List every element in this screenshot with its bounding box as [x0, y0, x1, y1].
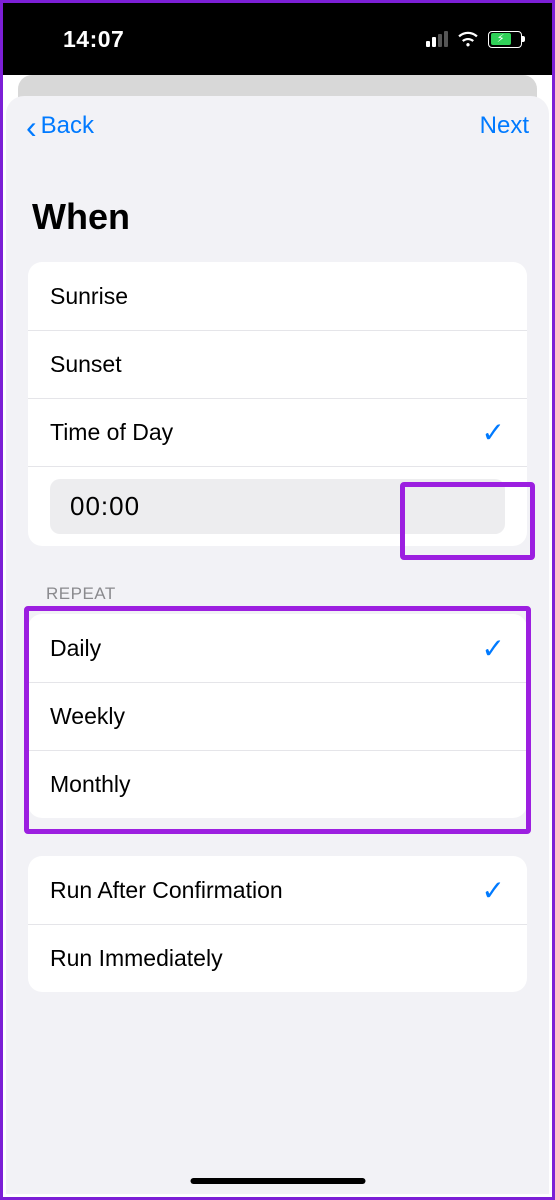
- battery-icon: ⚡︎: [488, 31, 522, 48]
- charging-bolt-icon: ⚡︎: [497, 34, 505, 45]
- run-options-group: Run After Confirmation ✓ Run Immediately: [28, 856, 527, 992]
- status-bar: 14:07 ⚡︎: [3, 3, 552, 75]
- back-label: Back: [41, 112, 94, 140]
- option-time-of-day[interactable]: Time of Day ✓: [28, 398, 527, 466]
- page-title: When: [6, 156, 549, 262]
- time-picker-row: 00:00: [28, 466, 527, 546]
- home-indicator[interactable]: [190, 1178, 365, 1184]
- option-label: Time of Day: [50, 419, 173, 446]
- option-monthly[interactable]: Monthly: [28, 750, 527, 818]
- repeat-header: Repeat: [6, 584, 549, 614]
- option-run-after-confirmation[interactable]: Run After Confirmation ✓: [28, 856, 527, 924]
- option-label: Monthly: [50, 771, 131, 798]
- back-button[interactable]: ‹ Back: [26, 108, 94, 145]
- option-label: Weekly: [50, 703, 125, 730]
- when-options-group: Sunrise Sunset Time of Day ✓ 00:00: [28, 262, 527, 546]
- next-button[interactable]: Next: [480, 112, 529, 140]
- status-icons: ⚡︎: [426, 30, 522, 48]
- option-label: Daily: [50, 635, 101, 662]
- repeat-options-group: Daily ✓ Weekly Monthly: [28, 614, 527, 818]
- wifi-icon: [456, 30, 480, 48]
- option-run-immediately[interactable]: Run Immediately: [28, 924, 527, 992]
- option-sunset[interactable]: Sunset: [28, 330, 527, 398]
- option-weekly[interactable]: Weekly: [28, 682, 527, 750]
- checkmark-icon: ✓: [482, 874, 505, 907]
- option-sunrise[interactable]: Sunrise: [28, 262, 527, 330]
- clock-time: 14:07: [33, 26, 124, 53]
- navigation-bar: ‹ Back Next: [6, 96, 549, 156]
- chevron-left-icon: ‹: [26, 109, 37, 146]
- time-picker-button[interactable]: 00:00: [50, 479, 505, 534]
- checkmark-icon: ✓: [482, 632, 505, 665]
- cellular-signal-icon: [426, 31, 448, 47]
- option-label: Run Immediately: [50, 945, 223, 972]
- modal-sheet: ‹ Back Next When Sunrise Sunset Time of …: [6, 96, 549, 1194]
- option-label: Sunset: [50, 351, 122, 378]
- option-label: Run After Confirmation: [50, 877, 283, 904]
- option-label: Sunrise: [50, 283, 128, 310]
- option-daily[interactable]: Daily ✓: [28, 614, 527, 682]
- checkmark-icon: ✓: [482, 416, 505, 449]
